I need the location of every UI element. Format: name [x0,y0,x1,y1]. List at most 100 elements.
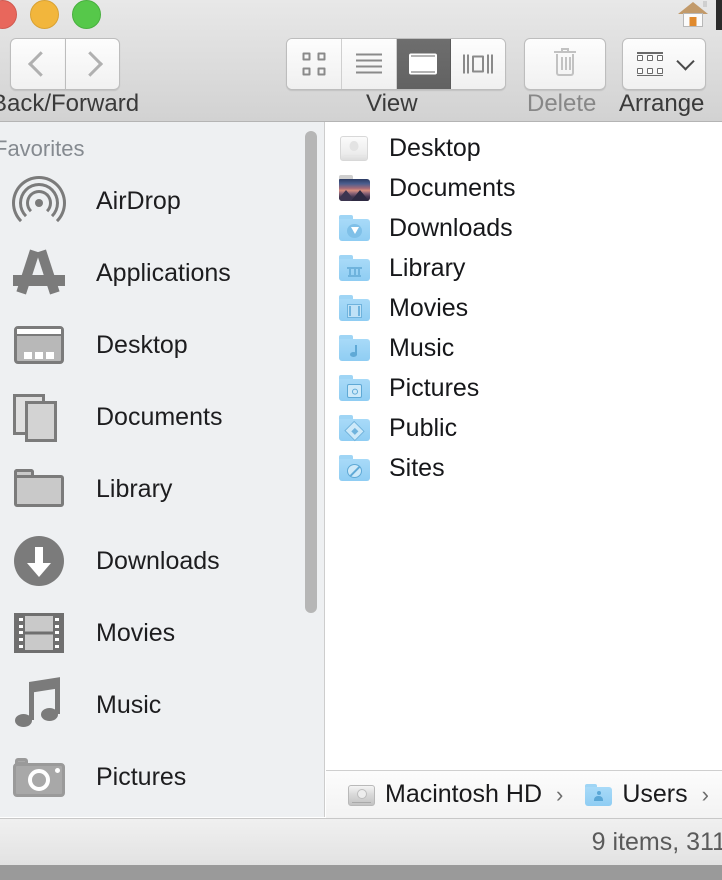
delete-button[interactable] [524,38,606,90]
sidebar-item-label: Pictures [96,762,187,791]
list-icon [355,53,382,75]
list-item-label: Movies [389,293,469,322]
sidebar-item-label: AirDrop [96,186,181,215]
back-button[interactable] [10,38,65,90]
arrange-grid-icon [637,52,663,76]
sidebar-item-label: Library [96,474,173,503]
breadcrumb-home[interactable] [709,780,722,810]
public-folder-icon [337,413,371,443]
sidebar-item-pictures[interactable]: Pictures [0,741,300,813]
sidebar-item-label: Music [96,690,162,719]
clipped-edge [716,0,722,30]
file-list-column: Desktop Documents Downloads Library Movi… [326,122,722,770]
sidebar-item-desktop[interactable]: Desktop [0,309,300,381]
sidebar-item-downloads[interactable]: Downloads [0,525,300,597]
folder-icon [11,461,67,517]
list-item-label: Downloads [389,213,513,242]
list-item[interactable]: Desktop [326,128,722,168]
downloads-icon [11,533,67,589]
arrange-label: Arrange [619,90,705,117]
window-bottom-edge [0,865,722,880]
sidebar-item-label: Movies [96,618,176,647]
breadcrumb-macintosh-hd[interactable]: Macintosh HD [326,780,542,809]
list-item-label: Music [389,333,455,362]
list-item-label: Sites [389,453,445,482]
arrange-button[interactable] [622,38,706,90]
sidebar-item-movies[interactable]: Movies [0,597,300,669]
sidebar-item-airdrop[interactable]: AirDrop [0,165,300,237]
item-count-status: 9 items, 311 [591,828,722,856]
gallery-view-button[interactable] [451,39,505,89]
list-item-label: Pictures [389,373,480,402]
sidebar-item-music[interactable]: Music [0,669,300,741]
trash-icon [554,48,576,77]
users-folder-icon [585,783,613,807]
status-bar: 9 items, 311 [0,818,722,865]
music-folder-icon [337,333,371,363]
photo-folder-icon [337,173,371,203]
breadcrumb-label: Users [622,780,688,808]
delete-label: Delete [527,90,597,117]
list-item-label: Public [389,413,458,442]
list-item[interactable]: Pictures [326,368,722,408]
minimize-button[interactable] [30,0,59,29]
chevron-right-icon [77,51,103,77]
view-segmented-control[interactable] [286,38,506,90]
view-label: View [366,90,418,117]
sidebar-item-documents[interactable]: Documents [0,381,300,453]
sidebar-item-label: Applications [96,258,231,287]
applications-icon [11,245,67,301]
sidebar-item-library[interactable]: Library [0,453,300,525]
zoom-button[interactable] [72,0,101,29]
list-view-button[interactable] [341,39,397,89]
breadcrumb-separator: › [701,781,709,807]
icon-view-button[interactable] [287,39,342,89]
sites-folder-icon [337,453,371,483]
breadcrumb-label: Macintosh HD [385,780,542,808]
forward-button[interactable] [65,38,120,90]
chevron-down-icon [676,52,695,71]
movies-icon [11,605,67,661]
movies-folder-icon [337,293,371,323]
close-button[interactable] [0,0,17,29]
disk-icon [337,133,371,163]
pictures-icon [11,749,67,805]
door [689,17,697,26]
list-item[interactable]: Public [326,408,722,448]
list-item[interactable]: Documents [326,168,722,208]
sidebar-item-label: Downloads [96,546,220,575]
toolbar: Back/Forward View Delete Arrange [0,0,722,122]
pictures-folder-icon [337,373,371,403]
airdrop-icon [11,173,67,230]
music-icon [11,677,67,733]
column-view-button[interactable] [396,39,452,89]
walls [683,13,703,27]
documents-icon [11,389,67,445]
breadcrumb-separator: › [556,781,564,807]
sidebar-section-favorites: Favorites [0,136,85,161]
library-folder-icon [337,253,371,283]
chevron-left-icon [27,51,54,77]
list-item-label: Library [389,253,466,282]
list-item[interactable]: Sites [326,448,722,488]
hard-drive-icon [348,783,375,807]
columns-icon [409,53,438,75]
path-bar: Macintosh HD › Users › [326,770,722,818]
finder-window: Back/Forward View Delete Arrange Favorit… [0,0,722,880]
home-icon [676,0,710,34]
gallery-icon [463,54,494,75]
list-item[interactable]: Movies [326,288,722,328]
breadcrumb-users[interactable]: Users [563,780,688,809]
sidebar-scrollbar[interactable] [305,131,317,613]
sidebar-item-label: Desktop [96,330,188,359]
list-item[interactable]: Music [326,328,722,368]
list-item-label: Documents [389,173,516,202]
sidebar-item-applications[interactable]: Applications [0,237,300,309]
sidebar-item-label: Documents [96,402,223,431]
downloads-folder-icon [337,213,371,243]
back-forward-label: Back/Forward [0,90,140,117]
list-item[interactable]: Library [326,248,722,288]
desktop-icon [11,317,67,373]
list-item[interactable]: Downloads [326,208,722,248]
list-item-label: Desktop [389,133,481,162]
